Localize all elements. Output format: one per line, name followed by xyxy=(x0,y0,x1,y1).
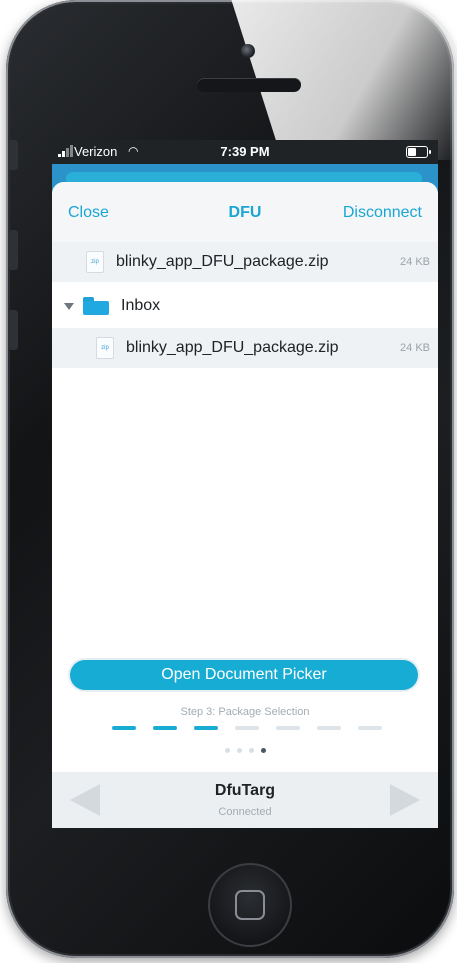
device-footer: DfuTarg Connected xyxy=(52,772,438,828)
file-name: blinky_app_DFU_package.zip xyxy=(126,339,339,356)
device-status: Connected xyxy=(218,806,272,818)
step-bar xyxy=(235,726,259,730)
step-progress xyxy=(112,726,382,730)
status-bar: Verizon ◠ 7:39 PM xyxy=(52,140,438,164)
status-time: 7:39 PM xyxy=(220,144,270,159)
device-name: DfuTarg xyxy=(214,782,276,799)
earpiece-speaker xyxy=(197,78,301,92)
step-bar xyxy=(317,726,341,730)
phone-screen: Verizon ◠ 7:39 PM Close DFU Disconnect z… xyxy=(52,140,438,828)
file-size: 24 KB xyxy=(400,256,430,268)
front-camera xyxy=(241,44,255,58)
file-size: 24 KB xyxy=(400,342,430,354)
step-bar xyxy=(153,726,177,730)
page-dot[interactable] xyxy=(260,748,266,753)
zip-file-icon: zip xyxy=(86,251,104,273)
battery-icon xyxy=(406,146,431,158)
step-bar xyxy=(276,726,300,730)
step-bar xyxy=(358,726,382,730)
step-bar xyxy=(194,726,218,730)
folder-icon xyxy=(83,297,109,315)
mute-switch xyxy=(8,140,18,170)
open-document-picker-button[interactable]: Open Document Picker xyxy=(70,660,418,690)
next-arrow-icon[interactable] xyxy=(390,784,420,816)
folder-row-inbox[interactable]: Inbox xyxy=(52,286,438,326)
zip-file-icon: zip xyxy=(96,337,114,359)
volume-up-button xyxy=(8,230,18,270)
page-dot[interactable] xyxy=(236,748,242,753)
page-indicator[interactable] xyxy=(52,748,438,753)
step-label: Step 3: Package Selection xyxy=(180,706,310,718)
home-square-icon xyxy=(235,890,265,920)
page-dot[interactable] xyxy=(224,748,230,753)
dfu-sheet: Close DFU Disconnect zip blinky_app_DFU_… xyxy=(52,182,438,828)
file-row[interactable]: zip blinky_app_DFU_package.zip 24 KB xyxy=(52,328,438,368)
page-dot[interactable] xyxy=(248,748,254,753)
folder-name: Inbox xyxy=(121,297,161,314)
disclosure-triangle-icon[interactable] xyxy=(64,302,74,310)
file-name: blinky_app_DFU_package.zip xyxy=(116,253,329,270)
file-row[interactable]: zip blinky_app_DFU_package.zip 24 KB xyxy=(52,242,438,282)
volume-down-button xyxy=(8,310,18,350)
home-button[interactable] xyxy=(208,863,292,947)
disconnect-button[interactable]: Disconnect xyxy=(343,204,422,222)
navigation-bar: Close DFU Disconnect xyxy=(52,182,438,242)
step-bar xyxy=(112,726,136,730)
